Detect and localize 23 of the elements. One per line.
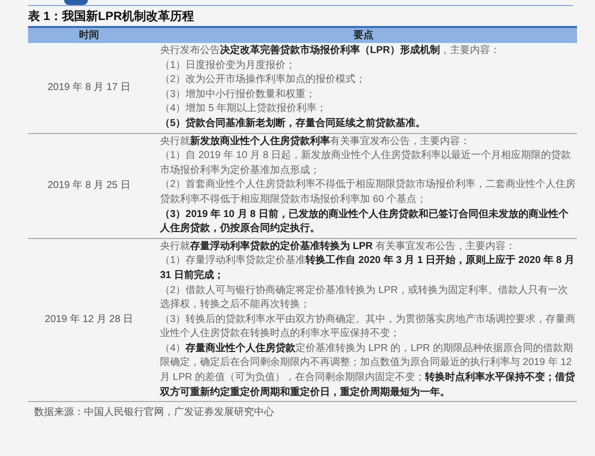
point-text: （1）存量浮动利率贷款定价基准转换工作自 2020 年 3 月 1 日开始，原则上应于 2020 年 8 月 31 日前完成； [160, 254, 576, 283]
point-text: 央行就新发放商业性个人住房贷款利率有关事宜发布公告，主要内容： [160, 134, 471, 149]
date-text: 2019 年 8 月 25 日 [48, 179, 130, 194]
point-text: （5）贷款合同基准新老划断，存量合同延续之前贷款基准。 [160, 116, 427, 131]
point-text: （2）首套商业性个人住房贷款利率不得低于相应期限贷款市场报价利率，二套商业性个人住房贷款利率不得低于相应期限贷款市场报价利率加 60 个基点； [160, 178, 577, 207]
point-text: 央行发布公告决定改革完善贷款市场报价利率（LPR）形成机制，主要内容： [160, 44, 501, 58]
point-text: 央行就存量浮动利率贷款的定价基准转换为 LPR 有关事宜发布公告，主要内容： [160, 240, 517, 254]
source-note: 数据来源：中国人民银行官网，广发证券发展研究中心 [33, 406, 275, 420]
table-caption: 表 1：我国新LPR机制改革历程 [27, 8, 196, 25]
date-text: 2019 年 8 月 17 日 [48, 81, 130, 96]
logo-icon [64, 0, 88, 5]
point-text: （3）转换后的贷款利率水平由双方协商确定。其中，为贯彻落实房地产市场调控要求，存量商业性个人住房贷款在转换时点的利率水平应保持不变； [160, 312, 577, 342]
point-text: （2）借款人可与银行协商确定将定价基准转换为 LPR，或转换为固定利率。借款人只有一次选择权，转换之后不能再次转换； [160, 284, 569, 312]
date-text: 2019 年 12 月 28 日 [44, 313, 134, 328]
point-text: （4）增加 5 年期以上贷款报价利率； [160, 102, 328, 116]
point-text: （1）自 2019 年 10 月 8 日起，新发放商业性个人住房贷款利率以最近一个月相应期限的贷款市场报价利率为定价基准加点形成； [160, 149, 572, 178]
point-text: （2）改为公开市场操作利率加点的报价模式； [160, 73, 367, 88]
point-text: （4）存量商业性个人住房贷款定价基准转换为 LPR 的，LPR 的期限品种依据原合同的借款期限确定，确定后在合同剩余期限内不再调整；加点数值为原合同最近的执行利率与 2019 年 12 月 LPR 的差值（可为负值），在合同剩余期限内固定不变；转换时点利率水平保持不变；借贷双方可重新约定重定价周期和重定价日，重定价周期最短为一年。 [160, 342, 576, 400]
column-header: 要点 [150, 28, 577, 43]
point-text: （3）2019 年 10 月 8 日前，已发放的商业性个人住房贷款和已签订合同但未发放的商业性个人住房贷款，仍按原合同约定执行。 [160, 208, 570, 236]
point-text: （1）日度报价变为月度报价； [160, 58, 297, 73]
column-header: 时间 [28, 28, 150, 43]
point-text: （3）增加中小行报价数量和权重； [160, 88, 317, 102]
